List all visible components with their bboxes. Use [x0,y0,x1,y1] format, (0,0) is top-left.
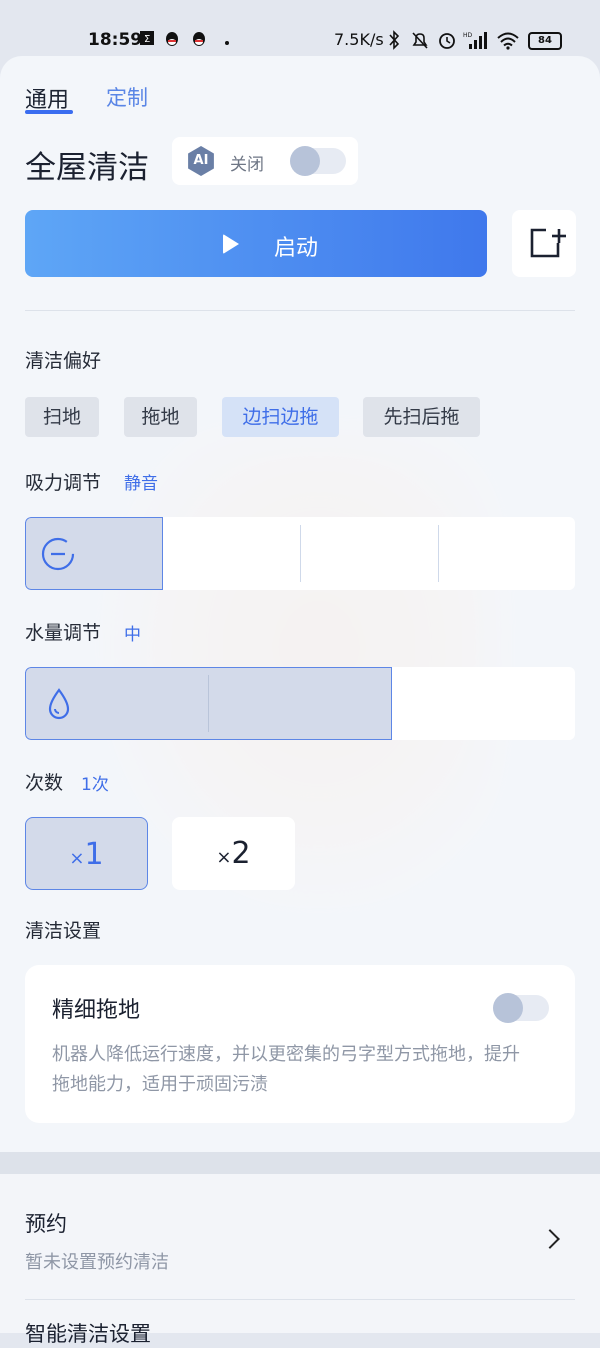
start-button[interactable]: 启动 [25,210,487,277]
schedule-subtitle: 暂未设置预约清洁 [25,1252,169,1273]
fine-mop-description: 机器人降低运行速度，并以更密集的弓字型方式拖地，提升拖地能力，适用于顽固污渍 [52,1044,520,1095]
page-title: 全屋清洁 [25,150,149,186]
network-speed: 7.5K/s [334,30,384,49]
times-option-2[interactable]: ×2 [172,817,295,890]
divider [25,310,575,311]
slider-tick [438,525,439,582]
schedule-title: 预约 [25,1212,67,1236]
svg-text:Σ: Σ [144,34,150,45]
times-number: 1 [84,837,104,872]
water-label: 水量调节 [25,622,102,644]
times-option-1[interactable]: ×1 [25,817,148,890]
qq-icon [191,31,207,53]
smart-settings-title[interactable]: 智能清洁设置 [25,1318,151,1348]
mute-icon [410,30,430,54]
times-label: 次数 [25,772,64,794]
times-x: × [216,847,232,868]
ai-mode-chip[interactable]: AI 关闭 [172,137,358,185]
bluetooth-icon [388,30,400,54]
svg-text:HD: HD [463,32,473,39]
qq-icon [164,31,180,53]
battery-icon: 84 [528,32,562,50]
clean-settings-label: 清洁设置 [25,920,102,942]
notification-icon: Σ [140,31,154,49]
slider-tick [208,675,209,732]
start-button-label: 启动 [274,236,319,261]
pref-option-sweep[interactable]: 扫地 [25,397,99,437]
add-shortcut-button[interactable] [512,210,576,277]
water-slider[interactable] [25,667,575,740]
water-value: 中 [124,625,141,645]
pref-option-sweep-and-mop[interactable]: 边扫边拖 [222,397,339,437]
fine-mop-toggle-knob [493,993,523,1023]
divider [25,1299,575,1300]
fine-mop-card: 精细拖地 机器人降低运行速度，并以更密集的弓字型方式拖地，提升拖地能力，适用于顽… [25,965,575,1123]
add-shortcut-icon [530,228,566,258]
tab-indicator [25,110,73,114]
dot-icon [224,34,230,50]
suction-value: 静音 [124,474,158,494]
play-icon [223,234,239,254]
wifi-icon [496,30,520,54]
ai-toggle[interactable] [290,146,346,176]
section-gap [0,1152,600,1174]
quiet-suction-icon [41,537,75,571]
ai-status-label: 关闭 [230,155,264,175]
suction-label: 吸力调节 [25,472,102,494]
fine-mop-toggle[interactable] [493,993,549,1023]
ai-toggle-knob [290,146,320,176]
alarm-icon [437,30,457,54]
times-number: 2 [231,836,251,871]
clean-preference-label: 清洁偏好 [25,350,102,372]
slider-tick [300,525,301,582]
tab-custom[interactable]: 定制 [106,82,148,112]
status-time: 18:59 [88,30,143,50]
suction-slider[interactable] [25,517,575,590]
signal-icon: HD [463,30,491,54]
fine-mop-title: 精细拖地 [52,998,141,1023]
ai-icon: AI [188,146,214,176]
water-drop-icon [48,688,70,720]
times-value: 1次 [81,775,109,795]
pref-option-mop[interactable]: 拖地 [124,397,197,437]
times-x: × [69,848,85,869]
pref-option-sweep-then-mop[interactable]: 先扫后拖 [363,397,480,437]
status-bar: 18:59 Σ 7.5K/s HD 84 [0,0,600,56]
